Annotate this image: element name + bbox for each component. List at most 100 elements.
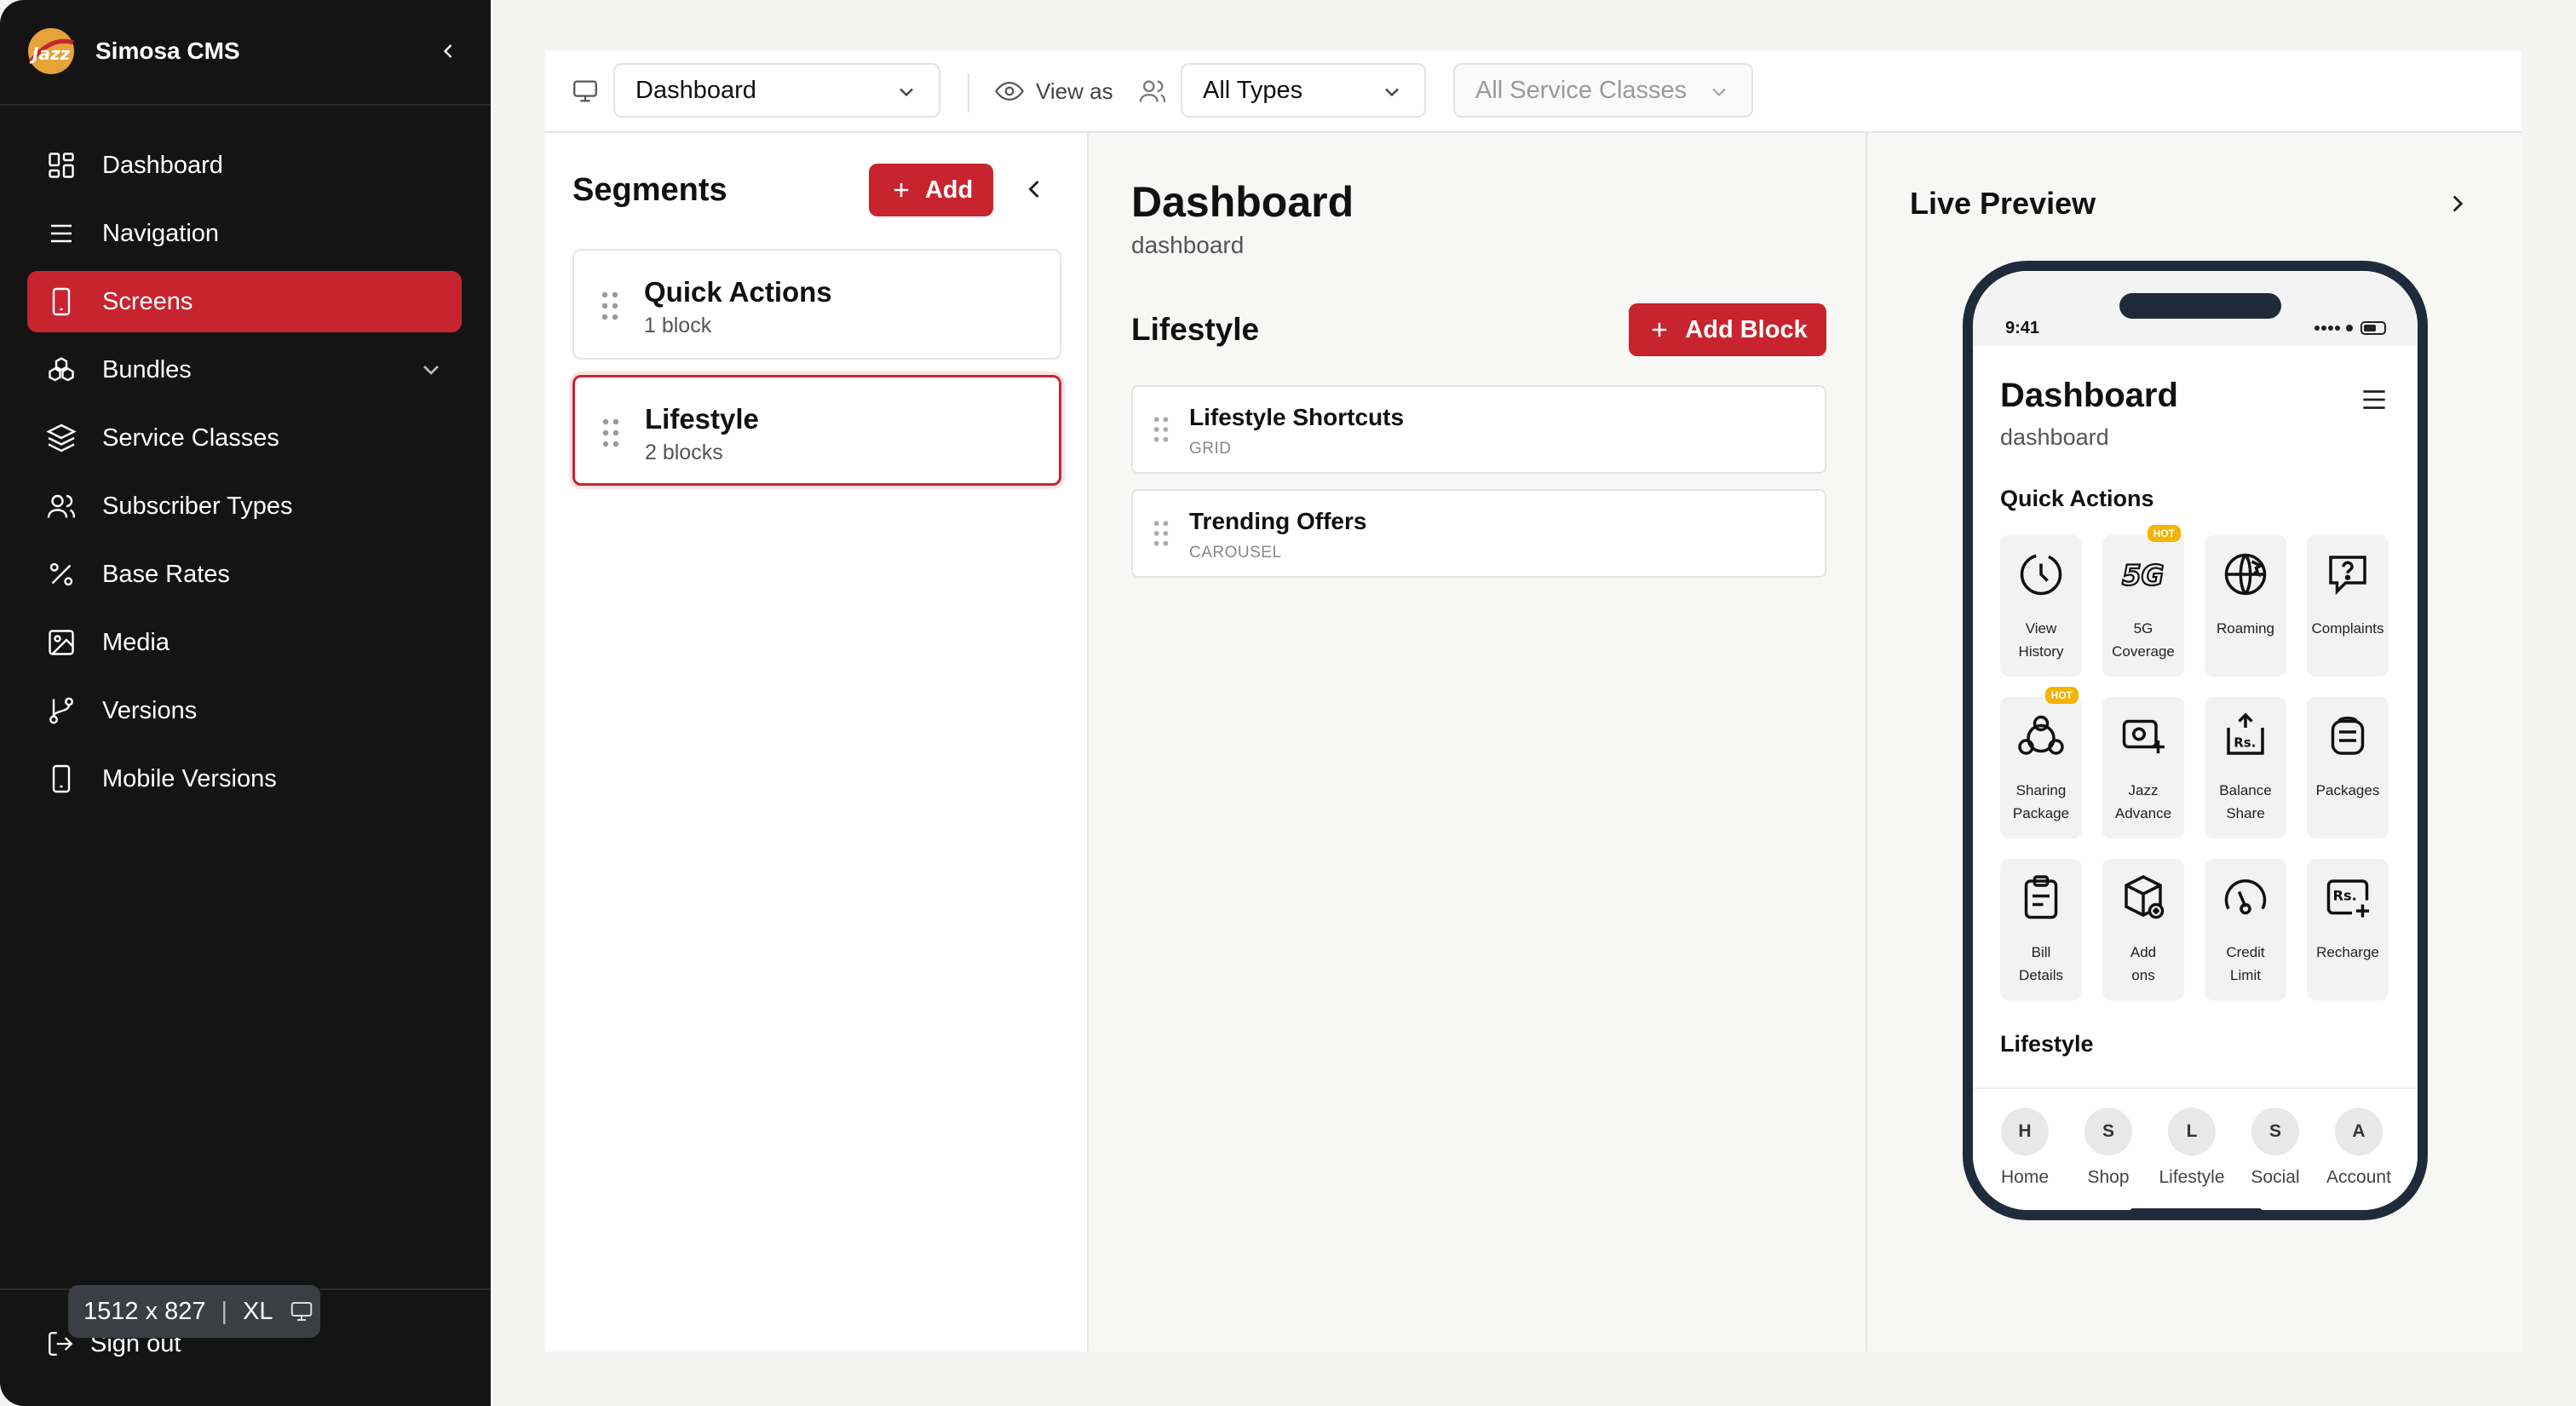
separator: | [221,1297,228,1325]
svg-text:Rs.: Rs. [2333,888,2357,904]
subscriber-type-select[interactable]: All Types [1181,63,1426,118]
tile-label: Sharing [2015,782,2067,798]
tile-label: History [2018,643,2064,660]
drag-handle-icon[interactable] [1153,520,1169,547]
screen-editor-panel: Dashboard dashboard Lifestyle Add Block … [1090,133,1867,1351]
sidebar-item-service-classes[interactable]: Service Classes [27,407,462,469]
tile-label: Share [2226,805,2265,821]
subscriber-type-value: All Types [1203,76,1303,104]
sidebar-item-label: Mobile Versions [102,764,277,792]
layers-icon [46,424,77,452]
chevron-right-icon[interactable] [2443,189,2472,218]
tile-label: Coverage [2112,643,2175,660]
tile-label: View [2025,620,2057,637]
tile-label: Packages [2315,782,2380,798]
quick-action-tile[interactable]: HOT 5G 5G Coverage [2102,525,2184,677]
drag-handle-icon[interactable] [601,291,618,320]
money-plus-icon [2122,719,2165,753]
tab-lifestyle[interactable]: L Lifestyle [2153,1108,2230,1188]
quick-action-tile[interactable]: Bill Details [2000,859,2082,1000]
add-block-button[interactable]: Add Block [1629,303,1826,356]
block-name: Trending Offers [1189,508,1367,534]
rs-plus-icon: Rs. [2326,879,2369,918]
tab-account[interactable]: A Account [2320,1108,2397,1188]
segment-name: Quick Actions [644,276,832,308]
phone-section-title: Lifestyle [2000,1031,2094,1057]
view-as-text: View as [1036,78,1113,104]
menu-icon[interactable] [2358,383,2390,416]
sidebar-item-label: Media [102,628,170,656]
collapse-sidebar-button[interactable] [431,34,465,68]
smartphone-icon [52,764,71,793]
svg-text:Jazz: Jazz [29,43,71,64]
quick-action-tile[interactable]: Rs. Balance Share [2205,697,2286,838]
globe-plane-icon [2224,553,2267,596]
tab-home[interactable]: H Home [1987,1108,2063,1188]
view-as-label: View as [995,77,1113,106]
tile-label: Advance [2114,805,2172,821]
sidebar-item-dashboard[interactable]: Dashboard [27,135,462,196]
quick-action-tile[interactable]: Packages [2307,697,2389,838]
box-plus-icon [2125,875,2165,919]
sidebar-item-label: Bundles [102,355,192,383]
sidebar-item-subscriber-types[interactable]: Subscriber Types [27,475,462,537]
tile-label: Complaints [2311,620,2384,637]
sidebar-item-navigation[interactable]: Navigation [27,203,462,264]
quick-action-tile[interactable]: View History [2000,535,2082,677]
sidebar-item-mobile-versions[interactable]: Mobile Versions [27,748,462,810]
sidebar-item-bundles[interactable]: Bundles [27,339,462,400]
screen-title: Dashboard [1131,178,1354,226]
chevron-down-icon [900,88,913,97]
divider [968,73,969,112]
block-card[interactable]: Lifestyle Shortcuts GRID [1131,385,1826,474]
add-segment-button[interactable]: Add [869,164,993,216]
hot-badge: HOT [2044,687,2079,704]
share-icon [2018,715,2064,755]
phone-screen-subtitle: dashboard [2000,424,2109,450]
tile-label: 5G [2133,620,2153,637]
segment-heading: Lifestyle [1131,312,1260,347]
block-card[interactable]: Trending Offers CAROUSEL [1131,489,1826,578]
segment-card-lifestyle[interactable]: Lifestyle 2 blocks [572,375,1061,486]
tab-label: Home [2000,1167,2050,1187]
percent-icon [49,562,73,586]
quick-action-tile[interactable]: Rs. Recharge [2307,859,2389,1000]
block-name: Lifestyle Shortcuts [1189,404,1405,430]
sidebar-item-label: Service Classes [102,424,279,452]
tile-label: Credit [2226,944,2265,960]
sidebar-item-media[interactable]: Media [27,612,462,673]
service-class-select[interactable]: All Service Classes [1453,63,1753,118]
screen-select[interactable]: Dashboard [613,63,940,118]
quick-action-tile[interactable]: Jazz Advance [2102,697,2184,838]
tab-label: Lifestyle [2159,1167,2225,1187]
tile-label: Limit [2230,967,2261,983]
smartphone-icon [52,287,71,316]
monitor-icon [573,80,597,102]
drag-handle-icon[interactable] [1153,416,1169,443]
sidebar-item-screens[interactable]: Screens [27,271,462,332]
collapse-segments-button[interactable] [1019,174,1049,205]
quick-action-tile[interactable]: Roaming [2205,535,2286,677]
help-bubble-icon [2329,556,2366,596]
tile-label: Package [2012,805,2070,821]
tab-shop[interactable]: S Shop [2070,1108,2147,1188]
users-icon [1139,80,1166,102]
sidebar-item-versions[interactable]: Versions [27,680,462,741]
screen-slug: dashboard [1131,232,1245,258]
tile-label: Add [2130,944,2157,960]
history-icon [2020,553,2062,596]
tab-social[interactable]: S Social [2237,1108,2314,1188]
block-type: GRID [1189,440,1232,458]
quick-action-tile[interactable]: HOT Sharing Package [2000,687,2082,838]
quick-action-tile[interactable]: Add ons [2102,859,2184,1000]
drag-handle-icon[interactable] [602,418,619,447]
sidebar: Jazz Simosa CMS Dashboard Navigation Scr… [0,0,491,1406]
segment-card-quick-actions[interactable]: Quick Actions 1 block [572,249,1061,360]
quick-action-tile[interactable]: Credit Limit [2205,859,2286,1000]
sidebar-item-base-rates[interactable]: Base Rates [27,544,462,605]
sidebar-item-label: Dashboard [102,151,223,179]
app-name: Simosa CMS [95,37,240,64]
segment-block-count: 2 blocks [645,441,723,464]
quick-action-tile[interactable]: Complaints [2307,535,2389,677]
eye-icon [995,81,1024,101]
